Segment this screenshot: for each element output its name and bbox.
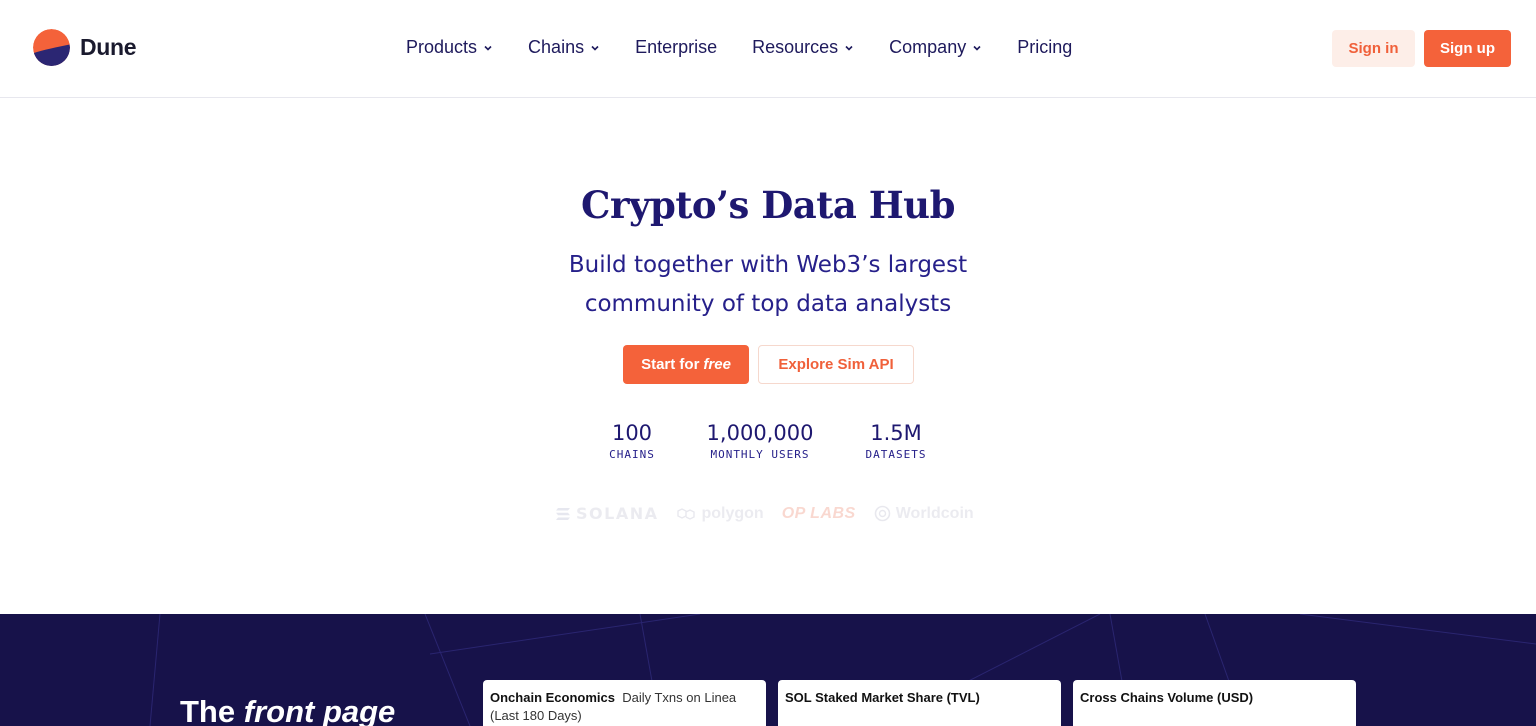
- nav-enterprise-label: Enterprise: [635, 37, 718, 57]
- solana-icon: [556, 507, 570, 520]
- nav-resources[interactable]: Resources: [752, 37, 854, 58]
- hero-title: Crypto’s Data Hub: [581, 183, 955, 227]
- nav-chains[interactable]: Chains: [528, 37, 600, 58]
- stat-datasets: 1.5M DATASETS: [866, 421, 927, 461]
- front-page-section: The front page Onchain Economics Daily T…: [0, 614, 1536, 726]
- front-page-heading-emphasis: front page: [243, 694, 396, 726]
- sign-in-button[interactable]: Sign in: [1332, 30, 1415, 67]
- polygon-icon: [677, 507, 696, 520]
- chevron-down-icon: [484, 45, 492, 51]
- dashboard-card-onchain-economics[interactable]: Onchain Economics Daily Txns on Linea (L…: [483, 680, 766, 726]
- nav-products[interactable]: Products: [406, 37, 493, 58]
- chevron-down-icon: [591, 45, 599, 51]
- card-title: Onchain Economics: [490, 690, 615, 705]
- hero-subtitle: Build together with Web3’s largest commu…: [0, 246, 1536, 324]
- polygon-logo: polygon: [676, 504, 764, 523]
- worldcoin-logo: Worldcoin: [874, 505, 974, 523]
- nav-enterprise[interactable]: Enterprise: [635, 37, 717, 58]
- hero-subtitle-line-1: Build together with Web3’s largest: [568, 252, 968, 278]
- worldcoin-logo-text: Worldcoin: [895, 504, 974, 522]
- chevron-down-icon: [973, 45, 981, 51]
- card-title: Cross Chains Volume (USD): [1080, 690, 1254, 705]
- stat-value: 1.5M: [870, 421, 922, 445]
- worldcoin-icon: [874, 505, 891, 522]
- nav-company[interactable]: Company: [889, 37, 982, 58]
- stat-label: DATASETS: [865, 448, 927, 461]
- brand-name: Dune: [80, 34, 137, 60]
- nav-chains-label: Chains: [528, 37, 585, 57]
- solana-logo: SOLANA: [555, 504, 658, 523]
- stat-label: MONTHLY USERS: [710, 448, 810, 461]
- sign-up-button[interactable]: Sign up: [1424, 30, 1511, 67]
- hero-subtitle-line-2: community of top data analysts: [584, 291, 952, 317]
- explore-sim-api-button[interactable]: Explore Sim API: [758, 345, 914, 384]
- stat-value: 1,000,000: [706, 421, 814, 445]
- stat-label: CHAINS: [609, 448, 655, 461]
- nav-resources-label: Resources: [752, 37, 839, 57]
- main-menu: Products Chains Enterprise Resources Com…: [406, 37, 1072, 58]
- start-button-label: Start for: [641, 356, 700, 373]
- nav-pricing[interactable]: Pricing: [1017, 37, 1072, 58]
- hero-cta-row: Start for free Explore Sim API: [623, 345, 914, 384]
- solana-logo-text: SOLANA: [576, 504, 659, 523]
- front-page-heading: The front page: [180, 694, 395, 726]
- dashboard-card-cross-chains-volume[interactable]: Cross Chains Volume (USD): [1073, 680, 1356, 726]
- dune-logo-icon: [33, 29, 70, 66]
- stat-monthly-users: 1,000,000 MONTHLY USERS: [707, 421, 814, 461]
- op-labs-logo: OP LABS: [782, 505, 856, 523]
- chevron-down-icon: [845, 45, 853, 51]
- nav-company-label: Company: [889, 37, 967, 57]
- nav-products-label: Products: [406, 37, 478, 57]
- op-labs-logo-text: OP LABS: [781, 504, 856, 522]
- stat-chains: 100 CHAINS: [609, 421, 655, 461]
- front-page-heading-prefix: The: [180, 694, 236, 726]
- nav-pricing-label: Pricing: [1017, 37, 1073, 57]
- start-button-emphasis: free: [703, 356, 731, 373]
- partner-logos: SOLANA polygon OP LABS Worldcoin: [555, 504, 974, 523]
- polygon-logo-text: polygon: [701, 504, 764, 522]
- brand-logo[interactable]: Dune: [33, 29, 137, 66]
- start-for-free-button[interactable]: Start for free: [623, 345, 749, 384]
- dashboard-card-sol-staked[interactable]: SOL Staked Market Share (TVL): [778, 680, 1061, 726]
- stat-value: 100: [611, 421, 653, 445]
- top-navbar: Dune Products Chains Enterprise Resource…: [0, 0, 1536, 98]
- card-title: SOL Staked Market Share (TVL): [785, 690, 980, 705]
